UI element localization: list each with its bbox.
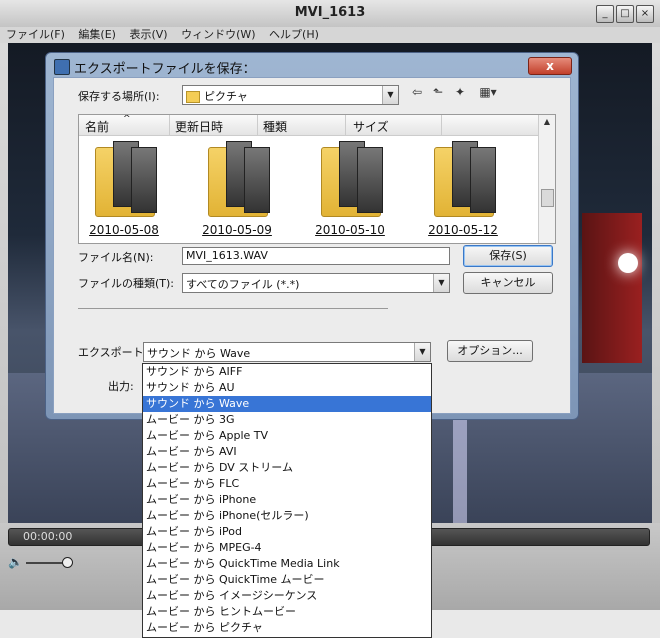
folder-name[interactable]: 2010-05-10 — [305, 223, 395, 237]
export-option[interactable]: ムービー から ピクチャ — [143, 620, 431, 636]
output-label: 出力: — [108, 380, 134, 393]
export-option[interactable]: ムービー から イメージシーケンス — [143, 588, 431, 604]
col-type[interactable]: 種類 — [263, 118, 287, 135]
menu-file[interactable]: ファイル(F) — [6, 27, 65, 43]
time-display: 00:00:00 — [23, 530, 73, 543]
folder-icon[interactable] — [321, 141, 383, 217]
menu-edit[interactable]: 編集(E) — [78, 27, 116, 43]
volume-knob[interactable] — [62, 557, 73, 568]
filetype-label: ファイルの種類(T): — [78, 277, 175, 290]
export-option-selected[interactable]: サウンド から Wave — [143, 396, 431, 412]
export-option[interactable]: ムービー から iPhone — [143, 492, 431, 508]
export-option[interactable]: サウンド から AIFF — [143, 364, 431, 380]
export-option[interactable]: ムービー から QuickTime Media Link — [143, 556, 431, 572]
export-option[interactable]: ムービー から FLC — [143, 476, 431, 492]
chevron-down-icon[interactable]: ▼ — [433, 274, 449, 292]
sort-arrow-icon: ^ — [123, 114, 131, 124]
export-select[interactable]: サウンド から Wave ▼ — [143, 342, 431, 362]
filetype-value: すべてのファイル (*.*) — [186, 278, 300, 291]
volume-icon[interactable]: 🔈 — [8, 555, 23, 569]
folder-name[interactable]: 2010-05-08 — [79, 223, 169, 237]
view-menu-icon[interactable]: ▦▾ — [476, 85, 500, 101]
maximize-button[interactable]: □ — [616, 5, 634, 23]
dialog-close-button[interactable]: x — [528, 57, 572, 75]
export-option[interactable]: ムービー から ヒントムービー — [143, 604, 431, 620]
scroll-up-icon[interactable]: ▲ — [539, 117, 555, 126]
export-option[interactable]: ムービー から 3G — [143, 412, 431, 428]
filename-label: ファイル名(N): — [78, 251, 154, 264]
column-header: 名前 ^ 更新日時 種類 サイズ — [79, 115, 539, 136]
menu-help[interactable]: ヘルプ(H) — [269, 27, 319, 43]
col-size[interactable]: サイズ — [353, 118, 389, 135]
chevron-down-icon[interactable]: ▼ — [382, 86, 398, 104]
export-option[interactable]: ムービー から MPEG-4 — [143, 540, 431, 556]
location-select[interactable]: ピクチャ ▼ — [182, 85, 399, 105]
dialog-title: エクスポートファイルを保存： — [74, 62, 256, 77]
filetype-select[interactable]: すべてのファイル (*.*) ▼ — [182, 273, 450, 293]
quicktime-icon — [54, 59, 70, 75]
export-option[interactable]: サウンド から AU — [143, 380, 431, 396]
list-scrollbar[interactable]: ▲ — [538, 115, 555, 243]
scroll-thumb[interactable] — [541, 189, 554, 207]
folder-icon — [186, 91, 200, 103]
export-option[interactable]: ムービー から DV ストリーム — [143, 460, 431, 476]
volume-track[interactable] — [26, 562, 66, 564]
video-lamp — [618, 253, 638, 273]
title-bar: MVI_1613 _ □ × — [0, 0, 660, 28]
chevron-down-icon[interactable]: ▼ — [414, 343, 430, 361]
divider — [78, 308, 388, 309]
video-train — [582, 213, 642, 363]
location-value: ピクチャ — [204, 90, 248, 103]
folder-icon[interactable] — [208, 141, 270, 217]
folder-icon[interactable] — [95, 141, 157, 217]
folder-name[interactable]: 2010-05-09 — [192, 223, 282, 237]
cancel-button[interactable]: キャンセル — [463, 272, 553, 294]
minimize-button[interactable]: _ — [596, 5, 614, 23]
col-name[interactable]: 名前 — [85, 118, 109, 135]
folder-name[interactable]: 2010-05-12 — [418, 223, 508, 237]
export-label: エクスポート: — [78, 346, 148, 359]
export-value: サウンド から Wave — [147, 347, 251, 360]
menu-window[interactable]: ウィンドウ(W) — [181, 27, 255, 43]
export-option[interactable]: ムービー から iPod — [143, 524, 431, 540]
folder-icon[interactable] — [434, 141, 496, 217]
export-option[interactable]: ムービー から AVI — [143, 444, 431, 460]
save-button[interactable]: 保存(S) — [463, 245, 553, 267]
col-modified[interactable]: 更新日時 — [175, 118, 223, 135]
export-dropdown-list[interactable]: サウンド から AIFF サウンド から AU サウンド から Wave ムービ… — [142, 363, 432, 638]
back-icon[interactable]: ⇦ — [409, 85, 425, 101]
file-list[interactable]: 名前 ^ 更新日時 種類 サイズ 2010-05-08 2010-05-09 2… — [78, 114, 556, 244]
options-button[interactable]: オプション... — [447, 340, 533, 362]
filename-input[interactable]: MVI_1613.WAV — [182, 247, 450, 265]
location-label: 保存する場所(I): — [78, 90, 160, 103]
menu-bar: ファイル(F) 編集(E) 表示(V) ウィンドウ(W) ヘルプ(H) — [0, 27, 660, 43]
window-title: MVI_1613 — [294, 5, 366, 20]
export-option[interactable]: ムービー から Apple TV — [143, 428, 431, 444]
menu-view[interactable]: 表示(V) — [129, 27, 167, 43]
filename-value: MVI_1613.WAV — [186, 249, 268, 262]
export-option[interactable]: ムービー から QuickTime ムービー — [143, 572, 431, 588]
export-option[interactable]: ムービー から iPhone(セルラー) — [143, 508, 431, 524]
close-window-button[interactable]: × — [636, 5, 654, 23]
new-folder-icon[interactable]: ✦ — [452, 85, 468, 101]
up-folder-icon[interactable]: ⬑ — [430, 85, 446, 101]
